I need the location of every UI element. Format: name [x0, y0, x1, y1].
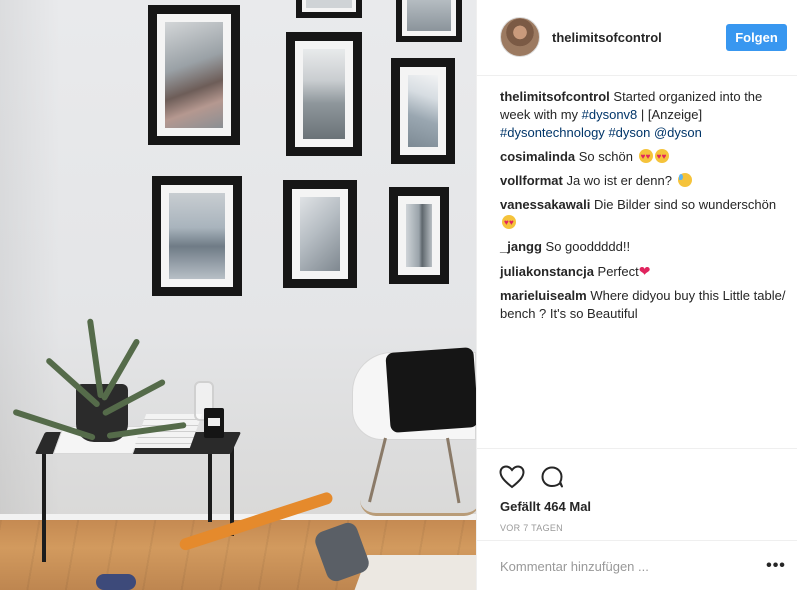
author-username[interactable]: thelimitsofcontrol	[552, 30, 662, 45]
chair-leg	[368, 437, 387, 503]
picture-frame	[152, 176, 242, 296]
sweat-smile-emoji-icon	[677, 173, 692, 187]
post-sidebar: thelimitsofcontrol Folgen thelimitsofcon…	[476, 0, 797, 590]
more-options-button[interactable]: •••	[763, 555, 789, 577]
comment-button[interactable]	[538, 463, 566, 491]
list-item: _jangg So gooddddd!!	[500, 238, 790, 256]
list-item: juliakonstancja Perfect❤	[500, 262, 790, 281]
comment-username[interactable]: marieluisealm	[500, 288, 587, 303]
mention-link[interactable]: @dyson	[654, 125, 702, 140]
post-actions: Gefällt 464 Mal VOR 7 TAGEN	[477, 448, 797, 548]
post-header: thelimitsofcontrol Folgen	[477, 0, 797, 76]
post-photo[interactable]	[0, 0, 476, 590]
list-item: vollformat Ja wo ist er denn?	[500, 172, 790, 190]
list-item: vanessakawali Die Bilder sind so wunders…	[500, 196, 790, 232]
comment-text: Die Bilder sind so wunderschön	[590, 197, 777, 212]
like-button[interactable]	[498, 463, 526, 491]
hashtag-link[interactable]: #dysontechnology	[500, 125, 605, 140]
black-pillow	[385, 347, 476, 433]
heart-icon	[499, 465, 525, 489]
comment-bubble-icon	[541, 466, 563, 488]
table-leg	[208, 452, 212, 522]
comment-text: Perfect	[593, 264, 639, 279]
list-item: cosimalinda So schön	[500, 148, 790, 166]
caption: thelimitsofcontrol Started organized int…	[500, 88, 790, 142]
wall-shadow	[0, 0, 60, 590]
caption-text: | [Anzeige]	[637, 107, 703, 122]
add-comment-area: •••	[477, 540, 797, 590]
red-heart-icon: ❤	[638, 263, 651, 279]
avatar[interactable]	[500, 17, 540, 57]
picture-frame	[391, 58, 455, 164]
table-leg	[42, 452, 46, 562]
comment-username[interactable]: juliakonstancja	[500, 264, 594, 279]
comments-list: thelimitsofcontrol Started organized int…	[500, 88, 790, 329]
chair-rocker	[360, 500, 476, 516]
list-item: marieluisealm Where didyou buy this Litt…	[500, 287, 790, 323]
comment-text: So schön	[575, 149, 637, 164]
comment-username[interactable]: cosimalinda	[500, 149, 575, 164]
comment-text: So gooddddd!!	[541, 239, 631, 254]
picture-frame	[296, 0, 362, 18]
heart-eyes-emoji-icon	[502, 214, 516, 232]
rug	[352, 555, 476, 590]
vacuum-head	[96, 574, 136, 590]
picture-frame	[396, 0, 462, 42]
picture-frame	[389, 187, 449, 284]
picture-frame	[283, 180, 357, 288]
chair-leg	[446, 437, 461, 504]
comment-username[interactable]: vanessakawali	[500, 197, 590, 212]
heart-eyes-emoji-icon	[654, 148, 669, 166]
caption-username[interactable]: thelimitsofcontrol	[500, 89, 610, 104]
hashtag-link[interactable]: #dyson	[608, 125, 650, 140]
likes-count[interactable]: Gefällt 464 Mal	[500, 499, 591, 514]
timestamp[interactable]: VOR 7 TAGEN	[500, 523, 563, 533]
comment-input[interactable]	[500, 555, 740, 577]
comment-username[interactable]: _jangg	[500, 239, 542, 254]
follow-button[interactable]: Folgen	[726, 24, 787, 51]
comment-username[interactable]: vollformat	[500, 173, 563, 188]
heart-eyes-emoji-icon	[638, 148, 653, 166]
picture-frame	[286, 32, 362, 156]
candle	[204, 408, 224, 438]
hashtag-link[interactable]: #dysonv8	[582, 107, 638, 122]
picture-frame	[148, 5, 240, 145]
comment-text: Ja wo ist er denn?	[562, 173, 676, 188]
